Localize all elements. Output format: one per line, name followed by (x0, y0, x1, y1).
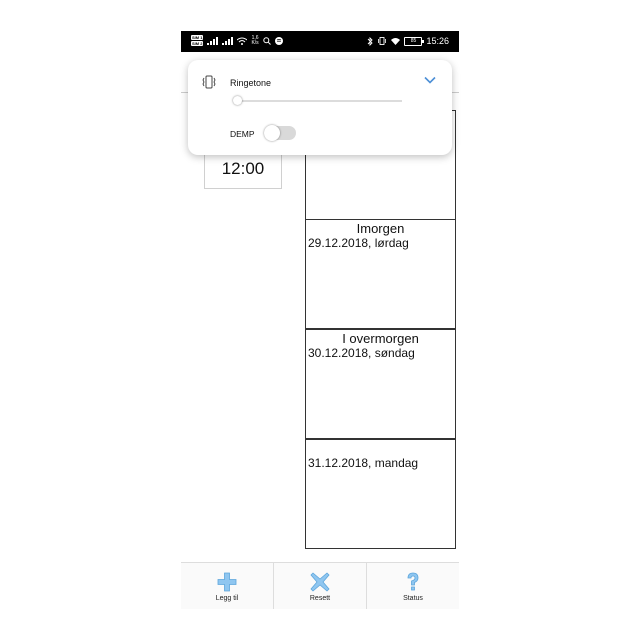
day-card-date: 29.12.2018, lørdag (308, 236, 409, 250)
signal-1-icon (207, 36, 219, 45)
day-card-date: 30.12.2018, søndag (308, 346, 415, 360)
sim-2-badge: SIM 2 (191, 41, 204, 46)
day-card-title: I overmorgen (342, 331, 419, 346)
mute-toggle[interactable] (264, 125, 296, 141)
ringtone-volume-slider[interactable] (238, 100, 402, 102)
x-icon (310, 572, 330, 592)
day-card-title (306, 441, 455, 456)
mute-toggle-knob (264, 125, 280, 141)
network-speed: 1,6 K/s (251, 34, 259, 46)
day-card-title: Imorgen (356, 221, 405, 236)
day-card-monday[interactable]: 31.12.2018, mandag (305, 439, 456, 549)
add-button[interactable]: Legg til (181, 563, 274, 609)
wifi-status-icon (391, 38, 401, 45)
spotify-icon (274, 36, 283, 45)
day-card-day-after-tomorrow[interactable]: I overmorgen 30.12.2018, søndag (305, 329, 456, 439)
ringtone-label: Ringetone (230, 78, 272, 88)
reset-button[interactable]: Resett (274, 563, 367, 609)
add-button-label: Legg til (215, 595, 239, 602)
clock-display[interactable]: 12:00 (204, 149, 282, 189)
search-icon (262, 36, 271, 45)
battery-icon: 85 (404, 36, 425, 46)
sim-indicators: SIM 1 SIM 2 (191, 35, 204, 46)
status-button-label: Status (403, 595, 423, 602)
bluetooth-icon (368, 36, 374, 46)
chevron-down-icon[interactable] (424, 76, 436, 84)
plus-icon (217, 572, 237, 592)
day-card-tomorrow[interactable]: Imorgen 29.12.2018, lørdag (305, 219, 456, 329)
signal-2-icon (222, 36, 234, 45)
volume-panel: Ringetone DEMP (188, 60, 452, 155)
status-bar: SIM 1 SIM 2 1,6 K/s 85 15:26 (181, 31, 459, 52)
status-button[interactable]: Status (367, 563, 459, 609)
wifi-icon (237, 37, 248, 45)
vibrate-status-icon (378, 37, 387, 45)
bottom-toolbar: Legg til Resett Status (181, 562, 459, 609)
day-card-date: 31.12.2018, mandag (308, 456, 419, 470)
status-time: 15:26 (426, 36, 449, 46)
reset-button-label: Resett (309, 595, 331, 602)
volume-slider-thumb[interactable] (233, 96, 242, 105)
vibrate-icon[interactable] (201, 75, 217, 89)
sim-1-badge: SIM 1 (191, 35, 204, 40)
question-icon (407, 572, 419, 591)
mute-label: DEMP (230, 129, 255, 139)
